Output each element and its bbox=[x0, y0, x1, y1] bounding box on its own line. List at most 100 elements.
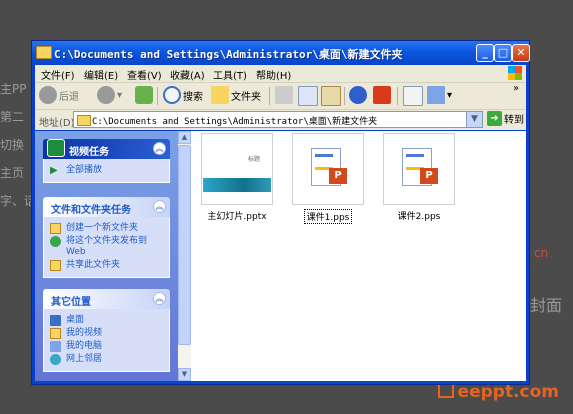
file-name: 课件2.pps bbox=[397, 212, 441, 222]
task-label: 将这个文件夹发布到 Web bbox=[66, 236, 148, 257]
task-new-folder[interactable]: 创建一个新文件夹 bbox=[50, 223, 163, 234]
task-share-folder[interactable]: 共享此文件夹 bbox=[50, 260, 163, 271]
paste-button[interactable] bbox=[321, 86, 341, 106]
delete-button[interactable] bbox=[373, 86, 391, 106]
place-my-computer[interactable]: 我的电脑 bbox=[50, 341, 163, 352]
bg-text-4: 主页 bbox=[0, 166, 25, 180]
task-label: 共享此文件夹 bbox=[66, 260, 121, 270]
task-label: 桌面 bbox=[66, 315, 85, 325]
menu-favorites[interactable]: 收藏(A) bbox=[170, 67, 205, 82]
forward-arrow-icon bbox=[97, 86, 115, 104]
explorer-window: C:\Documents and Settings\Administrator\… bbox=[31, 40, 530, 385]
bg-text-3: 切换 bbox=[0, 138, 25, 152]
place-my-videos[interactable]: 我的视频 bbox=[50, 328, 163, 339]
pps-thumbnail: P bbox=[383, 133, 455, 205]
task-label: 创建一个新文件夹 bbox=[66, 223, 139, 233]
toolbar-separator bbox=[269, 87, 270, 105]
toolbar-chevron[interactable]: » bbox=[513, 83, 519, 103]
views-dropdown: ▾ bbox=[447, 89, 453, 101]
file-name-selected: 课件1.pps bbox=[303, 209, 353, 224]
file-item[interactable]: P 课件1.pps bbox=[292, 133, 364, 224]
views-icon bbox=[427, 86, 445, 104]
file-item[interactable]: P 课件2.pps bbox=[383, 133, 455, 222]
file-folder-tasks-panel: 文件和文件夹任务 ︽ 创建一个新文件夹 将这个文件夹发布到 Web 共享此文件夹 bbox=[43, 197, 170, 278]
file-view: 标题 主幻灯片.pptx P 课件1.pps P 课件2.pps bbox=[191, 131, 526, 381]
bg-text-2: 第二 bbox=[0, 110, 25, 124]
maximize-icon: □ bbox=[497, 46, 509, 59]
globe-icon bbox=[50, 236, 61, 247]
go-arrow-icon: ➜ bbox=[487, 111, 502, 126]
task-label: 我的视频 bbox=[66, 328, 103, 338]
place-desktop[interactable]: 桌面 bbox=[50, 315, 163, 326]
up-folder-button[interactable] bbox=[135, 86, 153, 106]
task-label: 全部播放 bbox=[66, 165, 103, 175]
minimize-button[interactable]: _ bbox=[476, 44, 494, 62]
other-places-body: 桌面 我的视频 我的电脑 网上邻居 bbox=[43, 309, 170, 372]
undo-icon bbox=[349, 86, 367, 104]
folders-icon bbox=[211, 86, 229, 104]
my-videos-icon bbox=[50, 328, 61, 339]
address-bar: 地址(D) C:\Documents and Settings\Administ… bbox=[35, 110, 526, 130]
undo-button[interactable] bbox=[349, 86, 367, 106]
task-play-all[interactable]: ▶ 全部播放 bbox=[50, 165, 163, 176]
video-icon bbox=[47, 139, 65, 157]
slide-thumb-title: 标题 bbox=[248, 156, 261, 163]
search-icon bbox=[163, 86, 181, 104]
file-item[interactable]: 标题 主幻灯片.pptx bbox=[201, 133, 273, 222]
task-pane-scrollbar[interactable]: ▲ ▼ bbox=[178, 131, 191, 381]
windows-logo-icon bbox=[508, 66, 522, 80]
pptx-thumbnail: 标题 bbox=[201, 133, 273, 205]
watermark: eeppt.com bbox=[437, 382, 559, 402]
scroll-up-icon[interactable]: ▲ bbox=[178, 131, 191, 144]
close-button[interactable]: ✕ bbox=[512, 44, 530, 62]
back-button[interactable]: 后退 bbox=[39, 86, 79, 106]
go-button[interactable]: ➜ 转到 bbox=[487, 111, 524, 128]
powerpoint-icon: P bbox=[420, 168, 438, 184]
toolbar-separator bbox=[344, 87, 345, 105]
scroll-down-icon[interactable]: ▼ bbox=[178, 368, 191, 381]
menu-edit[interactable]: 编辑(E) bbox=[84, 67, 118, 82]
collapse-chevron-icon[interactable]: ︽ bbox=[153, 200, 166, 213]
views-button[interactable]: ▾ bbox=[427, 86, 452, 106]
bg-right-text-2: 封面 bbox=[530, 296, 563, 315]
forward-button[interactable]: ▾ bbox=[97, 86, 122, 106]
network-icon bbox=[50, 354, 61, 365]
collapse-chevron-icon[interactable]: ︽ bbox=[153, 142, 166, 155]
copy-button[interactable] bbox=[298, 86, 318, 106]
minimize-icon: _ bbox=[482, 46, 488, 59]
title-bar[interactable]: C:\Documents and Settings\Administrator\… bbox=[32, 41, 530, 65]
share-folder-icon bbox=[50, 260, 61, 271]
desktop-icon bbox=[50, 315, 61, 326]
address-dropdown-icon[interactable]: ▼ bbox=[466, 112, 482, 127]
other-places-header[interactable]: 其它位置 ︽ bbox=[43, 289, 170, 309]
bg-text-1: 主PP bbox=[0, 82, 27, 96]
other-places-title: 其它位置 bbox=[51, 297, 91, 308]
search-button[interactable]: 搜索 bbox=[163, 86, 203, 106]
other-places-panel: 其它位置 ︽ 桌面 我的视频 我的电脑 网上邻居 bbox=[43, 289, 170, 372]
paste-icon bbox=[321, 86, 341, 106]
address-input[interactable]: C:\Documents and Settings\Administrator\… bbox=[73, 111, 483, 128]
file-folder-tasks-header[interactable]: 文件和文件夹任务 ︽ bbox=[43, 197, 170, 217]
task-publish-web[interactable]: 将这个文件夹发布到 Web bbox=[50, 236, 163, 258]
back-arrow-icon bbox=[39, 86, 57, 104]
cut-button[interactable] bbox=[275, 86, 293, 106]
up-folder-icon bbox=[135, 86, 153, 104]
folders-button[interactable]: 文件夹 bbox=[211, 86, 261, 106]
menu-view[interactable]: 查看(V) bbox=[127, 67, 162, 82]
slide-wave-graphic bbox=[203, 178, 271, 192]
menu-bar: 文件(F) 编辑(E) 查看(V) 收藏(A) 工具(T) 帮助(H) bbox=[35, 65, 526, 83]
menu-help[interactable]: 帮助(H) bbox=[256, 67, 291, 82]
folder-icon bbox=[36, 46, 52, 59]
video-tasks-panel: 视频任务 ︽ ▶ 全部播放 bbox=[43, 139, 170, 183]
properties-button[interactable] bbox=[403, 86, 423, 106]
folders-label: 文件夹 bbox=[231, 91, 261, 103]
maximize-button[interactable]: □ bbox=[494, 44, 512, 62]
menu-tools[interactable]: 工具(T) bbox=[213, 67, 247, 82]
collapse-chevron-icon[interactable]: ︽ bbox=[153, 292, 166, 305]
menu-file[interactable]: 文件(F) bbox=[41, 67, 75, 82]
place-network[interactable]: 网上邻居 bbox=[50, 354, 163, 365]
file-folder-tasks-title: 文件和文件夹任务 bbox=[51, 205, 131, 216]
scroll-thumb[interactable] bbox=[178, 145, 191, 345]
video-tasks-title: 视频任务 bbox=[69, 147, 109, 158]
video-tasks-header[interactable]: 视频任务 ︽ bbox=[43, 139, 170, 159]
